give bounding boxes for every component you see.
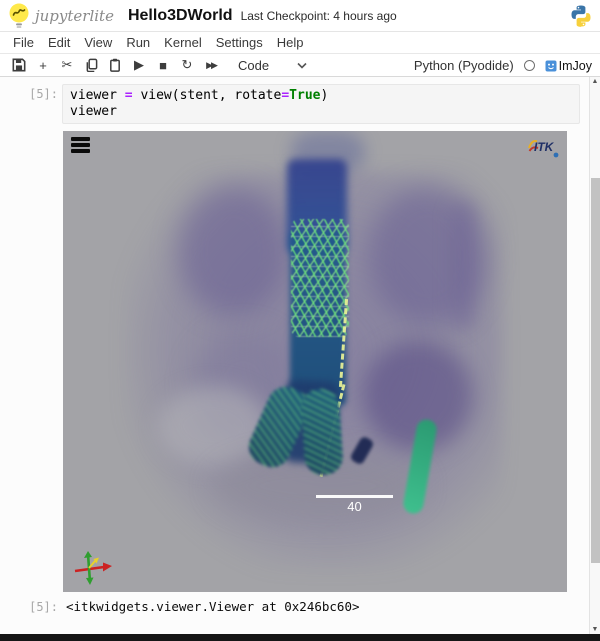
- code-token: ): [320, 88, 328, 103]
- menu-view[interactable]: View: [77, 35, 119, 50]
- paste-cell-button[interactable]: [104, 55, 126, 75]
- toolbar-right-group: Python (Pyodide) ImJoy: [414, 54, 592, 77]
- scroll-down-arrow-icon[interactable]: ▼: [590, 626, 600, 633]
- viewer-menu-hamburger-icon[interactable]: [71, 137, 91, 153]
- add-cell-button[interactable]: +: [32, 55, 54, 75]
- kernel-status-icon[interactable]: [524, 60, 535, 71]
- imjoy-icon: [545, 60, 557, 72]
- stent-wire-mesh: [291, 219, 349, 337]
- imjoy-label: ImJoy: [559, 59, 592, 73]
- menu-edit[interactable]: Edit: [41, 35, 77, 50]
- python-logo-icon: [569, 4, 593, 33]
- run-cell-button[interactable]: ▶: [128, 55, 150, 75]
- scale-bar-label: 40: [316, 499, 393, 514]
- restart-icon: ↻: [182, 57, 193, 73]
- imjoy-button[interactable]: ImJoy: [545, 59, 592, 73]
- plus-icon: +: [39, 58, 47, 73]
- play-icon: ▶: [134, 57, 144, 73]
- scrollbar-thumb[interactable]: [591, 178, 600, 563]
- menu-run[interactable]: Run: [119, 35, 157, 50]
- orientation-axes-widget: [73, 551, 113, 585]
- jupyterlite-bulb-icon: [8, 3, 30, 29]
- bottom-status-strip: [0, 634, 600, 641]
- cell-type-value: Code: [238, 58, 269, 73]
- restart-kernel-button[interactable]: ↻: [176, 55, 198, 75]
- stop-button[interactable]: ■: [152, 55, 174, 75]
- menu-bar: File Edit View Run Kernel Settings Help: [0, 32, 600, 54]
- code-line-2: viewer: [70, 104, 572, 120]
- scale-bar: [316, 495, 393, 498]
- copy-cell-button[interactable]: [80, 55, 102, 75]
- volume-purple-patch: [450, 201, 476, 331]
- restart-run-all-button[interactable]: ▶▶: [200, 55, 222, 75]
- jupyterlite-window: jupyterlite Hello3DWorld Last Checkpoint…: [0, 0, 600, 641]
- itk-logo-text: ITK: [534, 140, 555, 154]
- code-line-1: viewer = view(stent, rotate=True): [70, 88, 572, 104]
- menu-file[interactable]: File: [6, 35, 41, 50]
- brand-text: jupyterlite: [35, 7, 114, 25]
- top-bar: jupyterlite Hello3DWorld Last Checkpoint…: [0, 0, 600, 32]
- cut-cell-button[interactable]: ✂: [56, 55, 78, 75]
- stent-leg-right: [300, 388, 344, 476]
- scroll-up-arrow-icon[interactable]: ▲: [590, 78, 600, 85]
- code-token-operator: =: [125, 88, 133, 103]
- itk-logo: ITK: [525, 135, 563, 161]
- output-prompt: [5]:: [0, 600, 58, 614]
- itk-3d-viewer-canvas[interactable]: ITK 40: [63, 131, 567, 592]
- chevron-down-icon: [297, 62, 307, 69]
- jupyterlite-logo[interactable]: jupyterlite: [8, 3, 114, 29]
- code-token-keyword: True: [289, 88, 320, 103]
- cell-output-repr: <itkwidgets.viewer.Viewer at 0x246bc60>: [66, 599, 360, 614]
- fast-forward-icon: ▶▶: [206, 60, 216, 71]
- scissors-icon: ✂: [62, 57, 73, 73]
- kernel-name[interactable]: Python (Pyodide): [414, 58, 514, 73]
- code-token: view(stent, rotate: [133, 88, 282, 103]
- save-button[interactable]: [8, 55, 30, 75]
- code-token-operator: =: [281, 88, 289, 103]
- menu-kernel[interactable]: Kernel: [157, 35, 209, 50]
- menu-help[interactable]: Help: [270, 35, 311, 50]
- cell-type-dropdown[interactable]: Code: [238, 58, 307, 73]
- menu-settings[interactable]: Settings: [209, 35, 270, 50]
- input-prompt: [5]:: [0, 87, 58, 101]
- notebook-toolbar: + ✂ ▶ ■ ↻ ▶▶ Code Python (Pyodide): [0, 54, 600, 77]
- save-icon: [12, 58, 26, 72]
- code-editor[interactable]: viewer = view(stent, rotate=True) viewer: [62, 84, 580, 124]
- volume-purple-patch: [178, 186, 288, 316]
- checkpoint-text: Last Checkpoint: 4 hours ago: [241, 9, 397, 23]
- stop-icon: ■: [159, 58, 167, 73]
- notebook-panel: [5]: viewer = view(stent, rotate=True) v…: [0, 77, 589, 634]
- paste-icon: [109, 58, 121, 72]
- copy-icon: [85, 58, 98, 72]
- notebook-title[interactable]: Hello3DWorld: [128, 7, 233, 25]
- vertical-scrollbar[interactable]: ▲ ▼: [589, 77, 600, 634]
- code-token: viewer: [70, 88, 125, 103]
